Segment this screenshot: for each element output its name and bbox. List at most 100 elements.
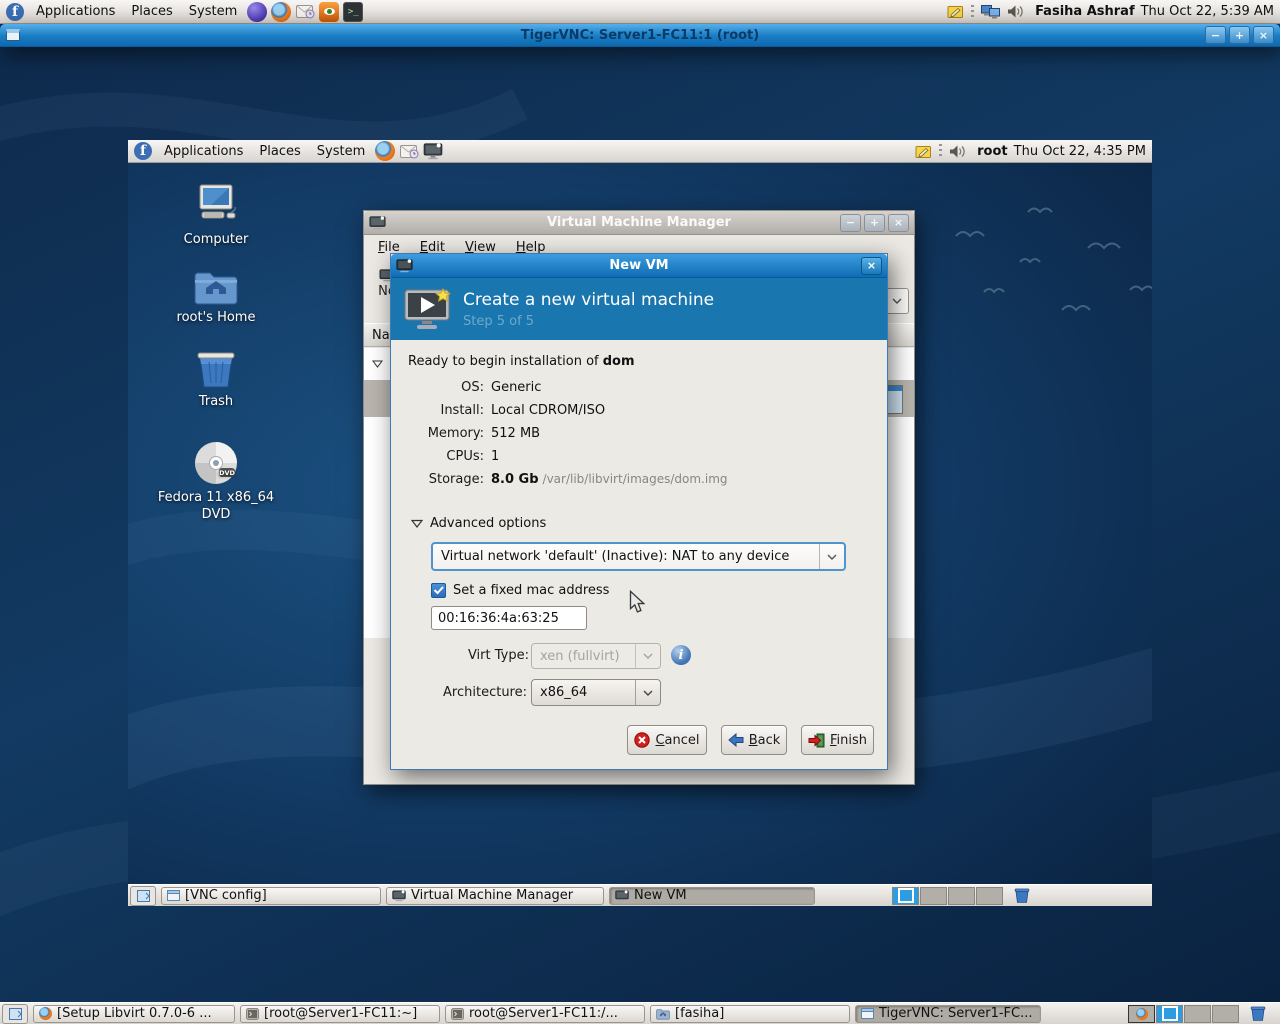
eclipse-icon[interactable] [247, 1, 268, 22]
trash-applet-icon[interactable] [1014, 887, 1030, 904]
chevron-down-icon [819, 544, 844, 569]
minimize-button[interactable]: − [1205, 26, 1226, 44]
task-new-vm[interactable]: New VM [609, 886, 815, 905]
check-icon [433, 586, 444, 595]
dialog-header: Create a new virtual machine Step 5 of 5 [391, 278, 887, 340]
close-button[interactable]: × [1253, 26, 1274, 44]
task-fasiha-folder[interactable]: [fasiha] [650, 1004, 850, 1023]
architecture-label: Architecture: [443, 685, 527, 700]
guest-taskbar: [VNC config] Virtual Machine Manager New… [128, 884, 1152, 906]
workspace-4[interactable] [1212, 1004, 1239, 1023]
evolution-mail-icon[interactable] [399, 141, 419, 161]
fedora-menu-icon[interactable]: f [6, 2, 24, 21]
host-menu-places[interactable]: Places [123, 0, 180, 23]
virt-type-label: Virt Type: [467, 648, 529, 663]
workspace-4[interactable] [976, 886, 1003, 905]
architecture-select[interactable]: x86_64 [531, 679, 661, 706]
dialog-body: Ready to begin installation of dom OS: Ge… [391, 340, 887, 769]
tray-separator [971, 4, 975, 19]
cpu-usage-sparkline [887, 385, 903, 414]
fixed-mac-checkbox[interactable] [431, 583, 446, 598]
task-vnc-config[interactable]: [VNC config] [161, 886, 381, 905]
notes-icon[interactable] [915, 144, 932, 159]
network-icon[interactable] [981, 4, 1001, 19]
desktop-icon-label: Fedora 11 x86_64 DVD [157, 490, 275, 522]
desktop-icon-computer[interactable]: Computer [151, 184, 281, 249]
desktop-icon-dvd[interactable]: DVD Fedora 11 x86_64 DVD [151, 440, 281, 524]
trash-icon [195, 348, 237, 390]
host-menu-applications[interactable]: Applications [28, 0, 123, 23]
window-icon [167, 890, 180, 901]
dvd-disc-icon: DVD [193, 440, 239, 486]
maximize-button[interactable]: + [864, 213, 885, 232]
firefox-icon[interactable] [271, 1, 292, 22]
web-browser-eye-icon[interactable] [319, 1, 340, 22]
guest-menu-places[interactable]: Places [251, 140, 308, 162]
guest-desktop: f Applications Places System root Thu Oc… [128, 140, 1152, 906]
vnc-window-titlebar[interactable]: TigerVNC: Server1-FC11:1 (root) − + × [0, 24, 1280, 47]
vm-monitor-icon[interactable] [423, 141, 443, 161]
firefox-icon[interactable] [375, 141, 396, 161]
create-vm-icon [403, 287, 453, 332]
notes-icon[interactable] [947, 4, 964, 19]
cancel-icon [634, 732, 651, 748]
back-button[interactable]: Back [721, 725, 787, 755]
maximize-button[interactable]: + [1229, 26, 1250, 44]
guest-clock[interactable]: Thu Oct 22, 4:35 PM [1014, 144, 1146, 159]
guest-menu-system[interactable]: System [309, 140, 373, 162]
dialog-step-indicator: Step 5 of 5 [463, 313, 535, 329]
evolution-mail-icon[interactable] [295, 2, 315, 22]
desktop-icon-trash[interactable]: Trash [151, 348, 281, 411]
chevron-down-icon [635, 680, 660, 705]
workspace-3[interactable] [948, 886, 975, 905]
expander-down-icon [372, 360, 383, 368]
mac-address-input[interactable] [431, 606, 587, 630]
minimize-button[interactable]: − [840, 213, 861, 232]
vnc-window-icon[interactable] [6, 29, 20, 41]
virt-type-select[interactable]: xen (fullvirt) [531, 643, 661, 669]
fedora-menu-icon[interactable]: f [134, 142, 152, 160]
workspace-2[interactable] [1156, 1004, 1183, 1023]
close-button[interactable]: × [888, 213, 909, 232]
workspace-3[interactable] [1184, 1004, 1211, 1023]
host-clock[interactable]: Thu Oct 22, 5:39 AM [1141, 4, 1274, 19]
workspace-1[interactable] [1128, 1004, 1155, 1023]
desktop-icon-label: Trash [198, 394, 234, 409]
dialog-title: New VM [609, 258, 669, 273]
volume-icon[interactable] [1007, 4, 1024, 19]
network-select[interactable]: Virtual network 'default' (Inactive): NA… [431, 542, 846, 571]
advanced-options-expander[interactable]: Advanced options [411, 516, 546, 531]
workspace-switcher [892, 886, 1003, 905]
vm-monitor-icon [392, 889, 406, 902]
terminal-icon[interactable]: >_ [343, 1, 364, 22]
host-menu-system[interactable]: System [181, 0, 245, 23]
task-virtual-machine-manager[interactable]: Virtual Machine Manager [386, 886, 604, 905]
chevron-down-icon [635, 644, 660, 668]
computer-icon [192, 184, 240, 228]
task-terminal-home[interactable]: [root@Server1-FC11:~] [240, 1004, 440, 1023]
vmm-titlebar[interactable]: Virtual Machine Manager − + × [364, 211, 914, 235]
fixed-mac-checkbox-label[interactable]: Set a fixed mac address [453, 583, 609, 598]
volume-icon[interactable] [949, 144, 966, 159]
workspace-2[interactable] [920, 886, 947, 905]
finish-button[interactable]: Finish [801, 725, 874, 755]
desktop-icon-home[interactable]: root's Home [151, 268, 281, 327]
home-folder-icon [193, 268, 239, 306]
task-setup-libvirt[interactable]: [Setup Libvirt 0.7.0-6 ... [33, 1004, 235, 1023]
vm-monitor-icon [396, 258, 413, 273]
task-terminal-root[interactable]: root@Server1-FC11:/... [445, 1004, 645, 1023]
task-tigervnc[interactable]: TigerVNC: Server1-FC... [855, 1004, 1041, 1023]
mouse-cursor [629, 590, 645, 613]
vm-monitor-icon [615, 889, 629, 902]
close-icon[interactable]: × [861, 256, 882, 275]
finish-icon [808, 733, 825, 747]
show-desktop-button[interactable] [2, 1003, 28, 1024]
trash-applet-icon[interactable] [1250, 1005, 1266, 1022]
cancel-button[interactable]: Cancel [627, 725, 707, 755]
guest-menu-applications[interactable]: Applications [156, 140, 251, 162]
desktop-icon-label: root's Home [176, 310, 256, 325]
show-desktop-button[interactable] [130, 885, 156, 906]
info-icon[interactable]: i [671, 645, 691, 665]
workspace-1[interactable] [892, 886, 919, 905]
dialog-titlebar[interactable]: New VM × [391, 254, 887, 278]
